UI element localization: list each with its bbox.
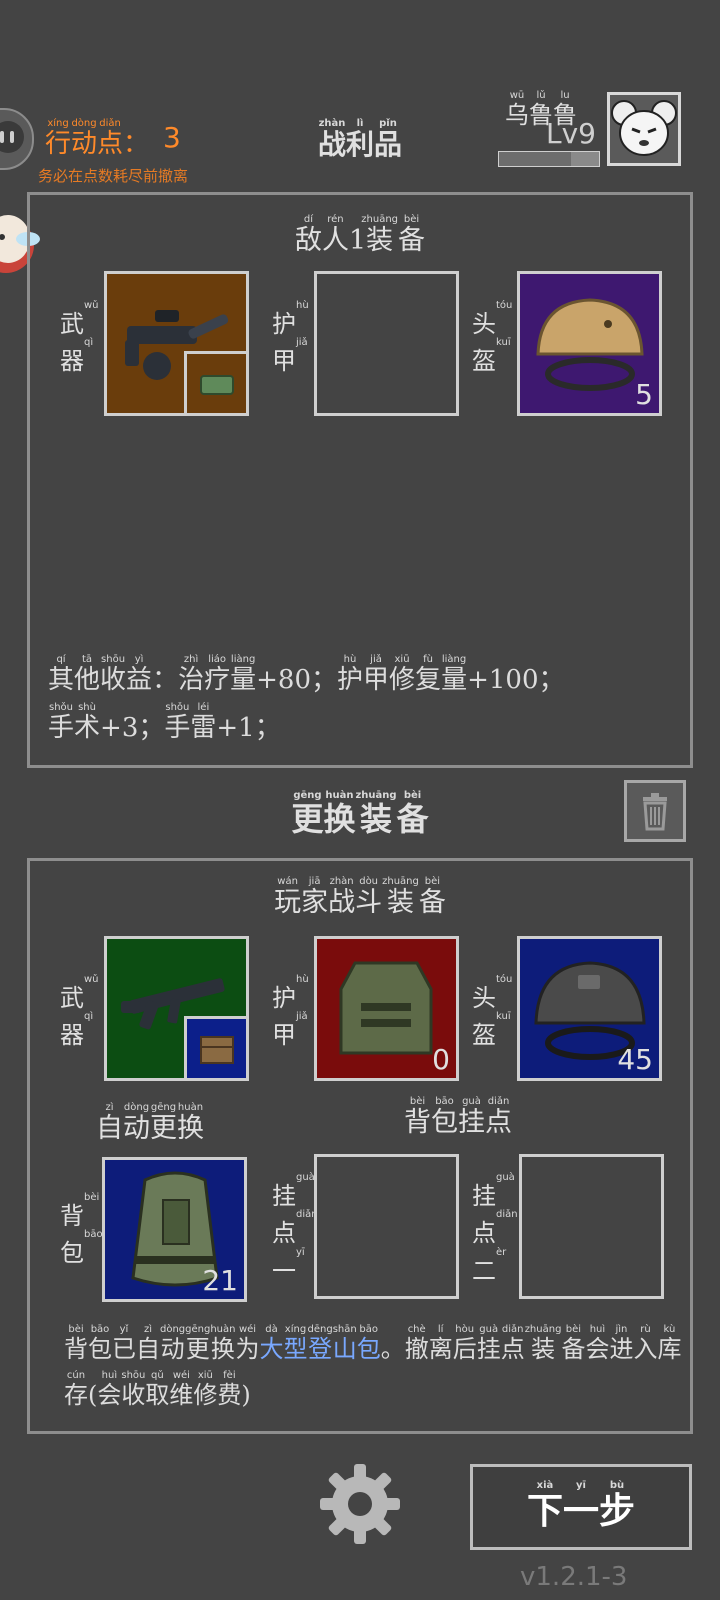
enemy-weapon-slot[interactable] — [104, 271, 249, 416]
version-label: v1.2.1-3 — [520, 1562, 628, 1592]
other-benefits: 其qí他tā收shōu益yì：治zhì疗liáo量liàng+80；护hù甲ji… — [48, 654, 565, 743]
avatar[interactable] — [607, 92, 681, 166]
enemy-helmet-label: 头tóu 盔kuī — [472, 300, 513, 376]
trash-icon — [643, 793, 667, 831]
mount-two-slot[interactable] — [519, 1154, 664, 1299]
enemy-helmet-slot[interactable]: 5 — [517, 271, 662, 416]
auto-change-label: 自zì动dòng更gēng换huàn — [96, 1102, 204, 1144]
backpack-count: 21 — [202, 1264, 238, 1297]
player-armor-count: 0 — [432, 1043, 450, 1076]
player-panel-title: 玩wán家jiā战zhàn斗dòu装zhuāng备bèi — [274, 876, 446, 918]
page-title: 战zhàn利lì品pǐn — [317, 118, 403, 161]
player-helmet-slot[interactable]: 45 — [517, 936, 662, 1081]
settings-button[interactable] — [316, 1460, 404, 1548]
player-armor-slot[interactable]: 0 — [314, 936, 459, 1081]
enemy-panel-title: 敌dí人rén1装zhuāng备bèi — [294, 214, 426, 256]
player-helmet-count: 45 — [617, 1043, 653, 1076]
ammo-crate-icon — [200, 1036, 234, 1064]
chat-icon — [0, 121, 24, 153]
action-points-value: 3 — [163, 121, 181, 154]
side-menu-tab[interactable] — [0, 108, 34, 170]
discard-button[interactable] — [624, 780, 686, 842]
player-weapon-slot[interactable] — [104, 936, 249, 1081]
change-equipment-title: 更gēng换huàn装zhuāng备bèi — [291, 790, 429, 838]
ammo-box-icon — [200, 375, 234, 395]
enemy-ammo-slot[interactable] — [184, 351, 246, 413]
backpack-mounts-label: 背bèi包bāo挂guà点diǎn — [404, 1096, 512, 1138]
action-points-label: 行xíng动dòng点diǎn： — [45, 118, 150, 159]
player-armor-label: 护hù 甲jiǎ — [272, 974, 309, 1050]
enemy-armor-slot[interactable] — [314, 271, 459, 416]
xp-bar — [498, 151, 600, 167]
player-helmet-label: 头tóu 盔kuī — [472, 974, 513, 1050]
gear-icon — [320, 1464, 400, 1544]
mount-two-label: 挂guà 点diǎn 二èr — [472, 1172, 518, 1285]
enemy-armor-label: 护hù 甲jiǎ — [272, 300, 309, 376]
enemy-weapon-label: 武wǔ 器qì — [60, 300, 99, 376]
mount-one-slot[interactable] — [314, 1154, 459, 1299]
backpack-name-highlight: 大dà型xíng登dēng山shān包bāo — [259, 1324, 381, 1363]
player-level: Lv9 — [546, 117, 596, 150]
action-hint: 务必在点数耗尽前撤离 — [38, 167, 189, 185]
mount-one-label: 挂guà 点diǎn 一yī — [272, 1172, 318, 1285]
backpack-notice: 背bèi包bāo已yǐ自zì动dòng更gēng换huàn为wéi大dà型xín… — [64, 1324, 682, 1409]
next-step-button[interactable]: 下xià 一yī 步bù — [470, 1464, 692, 1550]
player-weapon-label: 武wǔ 器qì — [60, 974, 99, 1050]
backpack-label: 背bèi 包bāo — [60, 1192, 103, 1268]
enemy-helmet-count: 5 — [635, 378, 653, 411]
backpack-slot[interactable]: 21 — [102, 1157, 247, 1302]
player-ammo-slot[interactable] — [184, 1016, 246, 1078]
